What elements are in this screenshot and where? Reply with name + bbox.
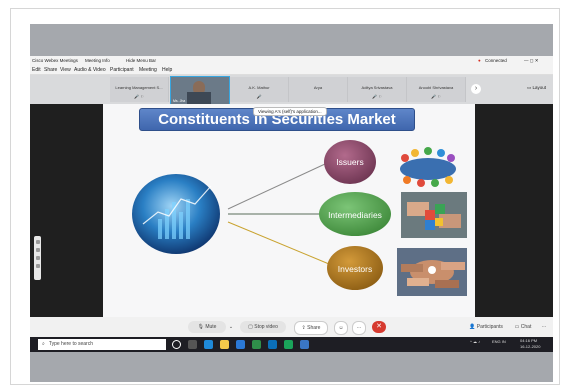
stacked-hands-image [397, 248, 467, 296]
meeting-figures-image [395, 142, 461, 188]
taskbar-search[interactable]: ⌕ Type here to search [38, 339, 166, 350]
menu-edit[interactable]: Edit [32, 67, 41, 73]
stop-video-button[interactable]: ▢ Stop video [240, 321, 286, 333]
connector-line [227, 221, 330, 265]
participants-button[interactable]: 👤 Participants [466, 321, 506, 333]
more-panels-button[interactable]: ··· [538, 321, 550, 333]
share-button[interactable]: ⇪ Share [294, 321, 328, 335]
webex-screenshot: Cisco Webex Meetings Meeting Info Hide M… [30, 56, 553, 352]
word-icon[interactable] [268, 340, 277, 349]
investors-label: Investors [337, 264, 373, 274]
content-stage: Constituents in Securities Market Issuer… [30, 104, 553, 317]
menu-bar: Edit Share View Audio & Video Participan… [30, 65, 553, 75]
chrome-icon[interactable] [252, 340, 261, 349]
chat-button[interactable]: ▭ Chat [510, 321, 536, 333]
system-tray-icons[interactable]: ^ ☁ ♪ [470, 339, 480, 344]
meeting-info-button[interactable]: Meeting Info [85, 58, 110, 63]
title-bar: Cisco Webex Meetings Meeting Info Hide M… [30, 56, 553, 65]
cortana-icon[interactable] [172, 340, 181, 349]
people-icon: 👤 [469, 324, 477, 330]
smiley-icon: ☺ [338, 325, 344, 331]
participant-tile[interactable]: Aditya Srivastava 🎤 ⚐ [348, 77, 407, 102]
menu-meeting[interactable]: Meeting [139, 67, 157, 73]
sharing-tooltip: Viewing A's (self)'s application... [253, 107, 327, 116]
search-icon: ⌕ [42, 341, 45, 347]
edge-icon[interactable] [204, 340, 213, 349]
app-icon[interactable] [300, 340, 309, 349]
puzzle-hands-image [401, 192, 467, 238]
participant-strip: Learning Management S... 🎤 ⚐ Ms. Jha A.K… [30, 75, 553, 105]
side-toolbar[interactable] [34, 236, 41, 280]
bottom-banner [30, 352, 553, 382]
participant-tile[interactable]: Learning Management S... 🎤 ⚐ [110, 77, 169, 102]
chevron-down-icon[interactable]: ⌄ [228, 321, 234, 333]
windows-taskbar: ⌕ Type here to search ^ ☁ ♪ ENG IN 04:16 … [30, 337, 553, 352]
window-controls[interactable]: — ◻ ✕ [524, 58, 539, 64]
intermediaries-label: Intermediaries [328, 210, 382, 220]
presentation-slide: Constituents in Securities Market Issuer… [103, 104, 475, 317]
next-participants-button[interactable]: › [471, 84, 481, 94]
participant-tile[interactable]: Arya [289, 77, 348, 102]
meeting-controls: 🎙 Mute ⌄ ▢ Stop video ⇪ Share ☺ ··· ✕ 👤 … [30, 317, 553, 337]
menu-share[interactable]: Share [44, 67, 57, 73]
connection-status: Connected [485, 58, 507, 63]
menu-participant[interactable]: Participant [110, 67, 134, 73]
connection-status-icon: ● [478, 58, 481, 63]
issuers-label: Issuers [336, 157, 364, 167]
app-title: Cisco Webex Meetings [32, 58, 78, 63]
close-icon: ✕ [376, 323, 382, 330]
menu-help[interactable]: Help [162, 67, 172, 73]
menu-audio-video[interactable]: Audio & Video [74, 67, 106, 73]
more-options-button[interactable]: ··· [352, 321, 366, 335]
store-icon[interactable] [236, 340, 245, 349]
menu-view[interactable]: View [60, 67, 71, 73]
task-view-icon[interactable] [188, 340, 197, 349]
speaker-body [187, 92, 211, 104]
clock-time[interactable]: 04:16 PM [520, 338, 537, 343]
top-banner [30, 24, 553, 56]
end-meeting-button[interactable]: ✕ [372, 321, 386, 333]
language-indicator[interactable]: ENG IN [492, 339, 506, 344]
layout-button[interactable]: ▭ Layout [527, 85, 546, 91]
participant-tile[interactable]: A.K. Mathur 🎤 [230, 77, 289, 102]
webex-icon[interactable] [284, 340, 293, 349]
file-explorer-icon[interactable] [220, 340, 229, 349]
connector-line [227, 163, 326, 210]
participant-tile[interactable]: Anoobi Shrivastava 🎤 ⚐ [407, 77, 466, 102]
clock-date[interactable]: 16-12-2020 [520, 344, 540, 349]
active-video-thumbnail[interactable]: Ms. Jha [170, 76, 230, 105]
hide-menu-button[interactable]: Hide Menu Bar [126, 58, 156, 63]
mute-button[interactable]: 🎙 Mute [188, 321, 226, 333]
reactions-button[interactable]: ☺ [334, 321, 348, 335]
